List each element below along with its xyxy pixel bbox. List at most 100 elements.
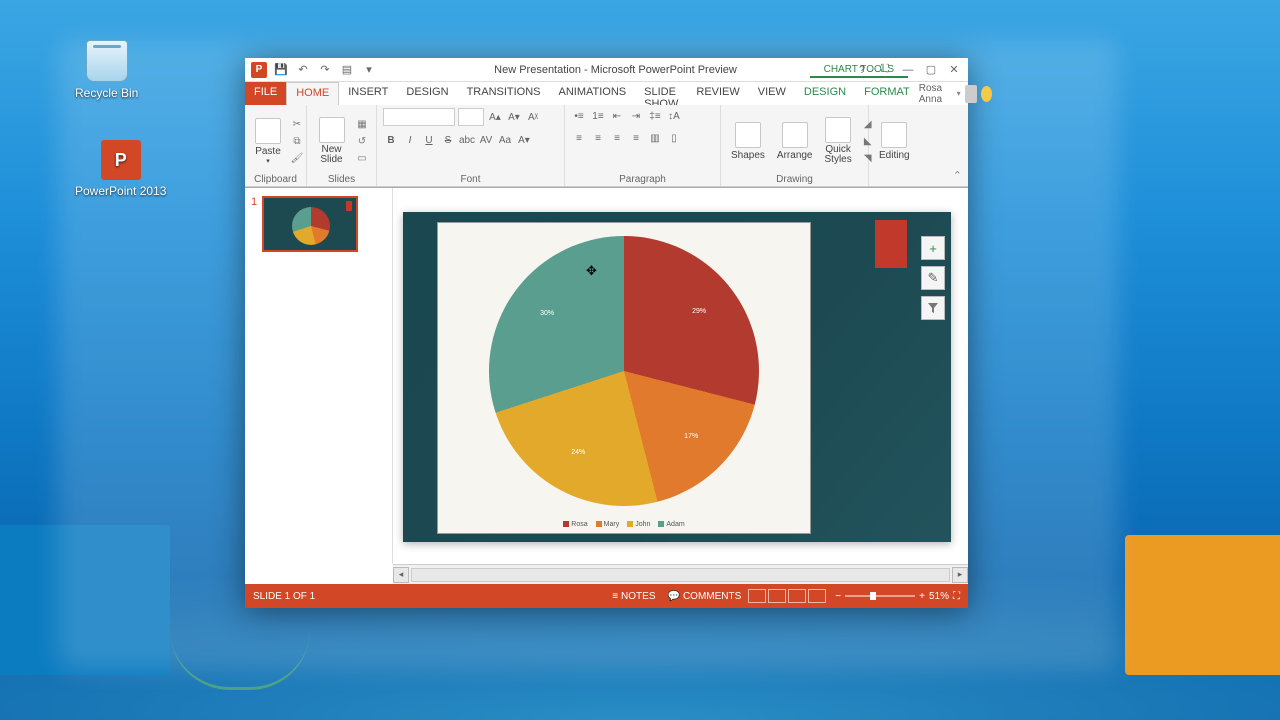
format-painter-icon[interactable]: 🖌 xyxy=(289,151,305,165)
justify-icon[interactable]: ≡ xyxy=(628,130,644,146)
chart-legend[interactable]: Rosa Mary John Adam xyxy=(438,521,810,528)
reset-icon[interactable]: ↺ xyxy=(354,134,370,148)
group-slides: Slides xyxy=(313,174,370,185)
tab-transitions[interactable]: TRANSITIONS xyxy=(458,82,550,105)
tab-insert[interactable]: INSERT xyxy=(339,82,397,105)
legend-item[interactable]: John xyxy=(627,521,650,528)
chart-elements-button[interactable]: + xyxy=(921,236,945,260)
fit-to-window-icon[interactable]: ⛶ xyxy=(953,591,960,602)
desktop-icon-recycle-bin[interactable]: Recycle Bin xyxy=(75,40,138,100)
font-color-icon[interactable]: A▾ xyxy=(516,132,532,148)
copy-icon[interactable]: ⧉ xyxy=(289,134,305,148)
increase-indent-icon[interactable]: ⇥ xyxy=(628,108,644,124)
maximize-icon[interactable]: ▢ xyxy=(921,62,941,78)
slide-thumbnail-pane: 1 xyxy=(245,188,393,564)
legend-item[interactable]: Rosa xyxy=(563,521,587,528)
strike-button[interactable]: S xyxy=(440,132,456,148)
feedback-icon[interactable] xyxy=(981,86,992,102)
qat-dropdown-icon[interactable]: ▾ xyxy=(361,62,377,78)
new-slide-button[interactable]: New Slide xyxy=(313,115,350,167)
normal-view-icon[interactable] xyxy=(748,589,766,603)
tab-review[interactable]: REVIEW xyxy=(687,82,748,105)
legend-item[interactable]: Adam xyxy=(658,521,684,528)
slideshow-view-icon[interactable] xyxy=(808,589,826,603)
line-spacing-icon[interactable]: ‡≡ xyxy=(647,108,663,124)
quick-styles-button[interactable]: Quick Styles xyxy=(821,115,856,167)
legend-item[interactable]: Mary xyxy=(596,521,620,528)
chart-filters-button[interactable] xyxy=(921,296,945,320)
bullets-icon[interactable]: •≡ xyxy=(571,108,587,124)
decrease-indent-icon[interactable]: ⇤ xyxy=(609,108,625,124)
app-window: P 💾 ↶ ↷ ▤ ▾ New Presentation - Microsoft… xyxy=(245,58,968,608)
tab-file[interactable]: FILE xyxy=(245,82,286,105)
paste-button[interactable]: Paste ▾ xyxy=(251,116,285,167)
save-icon[interactable]: 💾 xyxy=(273,62,289,78)
pie-chart[interactable] xyxy=(489,236,759,506)
scroll-track[interactable] xyxy=(411,568,950,582)
zoom-slider[interactable] xyxy=(845,595,915,597)
increase-font-icon[interactable]: A▴ xyxy=(487,109,503,125)
cut-icon[interactable]: ✂ xyxy=(289,117,305,131)
tab-animations[interactable]: ANIMATIONS xyxy=(550,82,636,105)
arrange-button[interactable]: Arrange xyxy=(773,120,817,163)
desktop-icon-powerpoint[interactable]: P PowerPoint 2013 xyxy=(75,140,166,198)
tab-design[interactable]: DESIGN xyxy=(397,82,457,105)
editing-label: Editing xyxy=(879,150,910,161)
comments-button[interactable]: 💬 COMMENTS xyxy=(668,591,742,602)
align-text-icon[interactable]: ▯ xyxy=(666,130,682,146)
char-spacing-icon[interactable]: AV xyxy=(478,132,494,148)
red-rectangle-shape[interactable] xyxy=(875,220,907,268)
user-dropdown-icon[interactable]: ▾ xyxy=(957,89,961,98)
scroll-right-icon[interactable]: ▸ xyxy=(952,567,968,583)
zoom-in-icon[interactable]: + xyxy=(919,591,925,602)
underline-button[interactable]: U xyxy=(421,132,437,148)
zoom-level[interactable]: 51% xyxy=(929,591,949,602)
close-icon[interactable]: ✕ xyxy=(944,62,964,78)
notes-button[interactable]: ≡ NOTES xyxy=(612,591,655,602)
collapse-ribbon-icon[interactable]: ⌃ xyxy=(953,169,962,182)
font-family-input[interactable] xyxy=(383,108,455,126)
tab-slideshow[interactable]: SLIDE SHOW xyxy=(635,82,687,105)
tab-chart-format[interactable]: FORMAT xyxy=(855,82,919,105)
shapes-button[interactable]: Shapes xyxy=(727,120,769,163)
zoom-out-icon[interactable]: − xyxy=(835,591,841,602)
sorter-view-icon[interactable] xyxy=(768,589,786,603)
layout-icon[interactable]: ▦ xyxy=(354,117,370,131)
undo-icon[interactable]: ↶ xyxy=(295,62,311,78)
chart-object[interactable]: RosaMaryJohnAdam ✥ 29%17%24%30% xyxy=(437,222,811,534)
align-right-icon[interactable]: ≡ xyxy=(609,130,625,146)
editing-button[interactable]: Editing xyxy=(875,120,914,163)
slide[interactable]: RosaMaryJohnAdam ✥ 29%17%24%30% + ✎ xyxy=(403,212,951,542)
reading-view-icon[interactable] xyxy=(788,589,806,603)
zoom-control[interactable]: − + 51% ⛶ xyxy=(835,591,960,602)
numbering-icon[interactable]: 1≡ xyxy=(590,108,606,124)
chart-styles-button[interactable]: ✎ xyxy=(921,266,945,290)
user-name[interactable]: Rosa Anna xyxy=(919,83,953,105)
shadow-button[interactable]: abc xyxy=(459,132,475,148)
align-left-icon[interactable]: ≡ xyxy=(571,130,587,146)
window-title: New Presentation - Microsoft PowerPoint … xyxy=(494,64,737,76)
align-center-icon[interactable]: ≡ xyxy=(590,130,606,146)
text-direction-icon[interactable]: ↕A xyxy=(666,108,682,124)
tab-home[interactable]: HOME xyxy=(286,82,339,105)
font-size-input[interactable] xyxy=(458,108,484,126)
change-case-icon[interactable]: Aa xyxy=(497,132,513,148)
paste-icon xyxy=(255,118,281,144)
decrease-font-icon[interactable]: A▾ xyxy=(506,109,522,125)
columns-icon[interactable]: ▥ xyxy=(647,130,663,146)
thumbnail-preview xyxy=(262,196,358,252)
bold-button[interactable]: B xyxy=(383,132,399,148)
horizontal-scrollbar[interactable]: ◂ ▸ xyxy=(393,564,968,584)
avatar[interactable] xyxy=(965,85,977,103)
tab-chart-design[interactable]: DESIGN xyxy=(795,82,855,105)
status-bar: SLIDE 1 OF 1 ≡ NOTES 💬 COMMENTS − + 51% … xyxy=(245,584,968,608)
redo-icon[interactable]: ↷ xyxy=(317,62,333,78)
scroll-left-icon[interactable]: ◂ xyxy=(393,567,409,583)
slide-thumbnail-1[interactable]: 1 xyxy=(251,196,386,252)
italic-button[interactable]: I xyxy=(402,132,418,148)
tab-view[interactable]: VIEW xyxy=(749,82,795,105)
start-from-beginning-icon[interactable]: ▤ xyxy=(339,62,355,78)
slide-canvas-area[interactable]: RosaMaryJohnAdam ✥ 29%17%24%30% + ✎ xyxy=(393,188,968,564)
section-icon[interactable]: ▭ xyxy=(354,151,370,165)
clear-formatting-icon[interactable]: Aᵡ xyxy=(525,109,541,125)
